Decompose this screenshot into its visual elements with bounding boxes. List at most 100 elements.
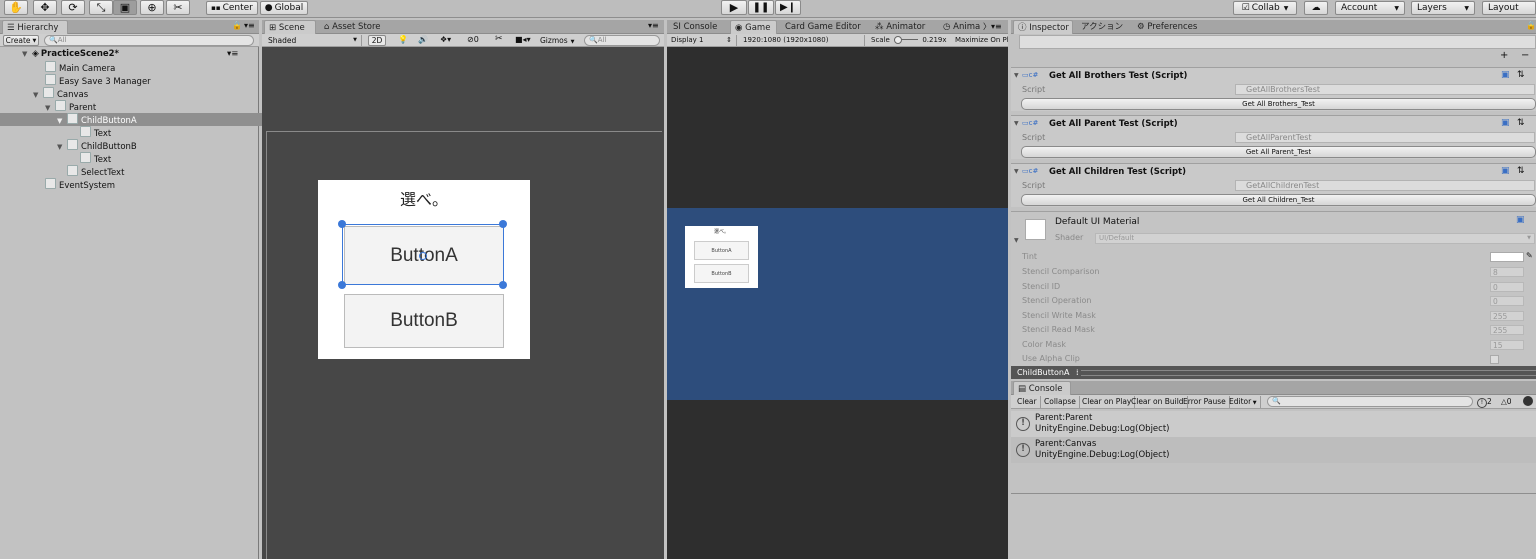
foldout-arrow-icon[interactable]: ▼ [1014,168,1019,175]
drag-handle-icon[interactable]: ⁞ [1076,368,1079,377]
scene-ui-panel[interactable]: 選べ。 ButtonA ButtonB [318,180,530,359]
cloud-button[interactable]: ☁ [1304,1,1328,15]
tab-animation[interactable]: ◷ Anima [939,20,983,34]
tab-actions[interactable]: アクション [1077,20,1127,34]
use-alpha-clip-checkbox[interactable] [1490,355,1499,364]
panel-menu-icon[interactable]: ▾≡ [227,48,238,61]
error-icon[interactable] [1523,396,1533,406]
stencil-id-field[interactable]: 0 [1490,282,1524,292]
error-count-toggle[interactable]: △0 [1501,396,1512,408]
get-all-parent-button[interactable]: Get All Parent_Test [1021,146,1536,158]
get-all-brothers-button[interactable]: Get All Brothers_Test [1021,98,1536,110]
reference-icon[interactable]: ▣ [1501,118,1510,128]
console-search-input[interactable]: 🔍 [1267,396,1473,407]
scene-search-input[interactable]: 🔍All [584,35,660,46]
move-tool-icon[interactable]: ✥ [33,0,57,15]
console-clear-on-build-button[interactable]: Clear on Build [1128,396,1188,408]
step-button[interactable]: ▶❙ [775,0,801,15]
tab-scene[interactable]: ⊞ Scene [264,20,316,34]
hierarchy-item[interactable]: ▼ Canvas [0,87,291,100]
scale-tool-icon[interactable]: ⤡ [89,0,113,15]
tint-color-swatch[interactable] [1490,252,1524,262]
script-field[interactable]: GetAllParentTest [1235,132,1535,143]
pause-button[interactable]: ❚❚ [748,0,774,15]
color-mask-field[interactable]: 15 [1490,340,1524,350]
hand-tool-icon[interactable]: ✋ [4,0,28,15]
hierarchy-search-input[interactable]: 🔍All [44,35,254,46]
remove-list-item-button[interactable]: − [1521,50,1529,61]
transform-tool-icon[interactable]: ⊕ [140,0,164,15]
hidden-objects-icon[interactable]: ⊘0 [467,35,479,44]
collab-button[interactable]: ☑ Collab ▼ [1233,1,1297,15]
reference-icon[interactable]: ▣ [1501,70,1510,80]
tab-game[interactable]: ◉ Game [730,20,777,34]
shading-dropdown[interactable]: Shaded ▼ [264,35,362,46]
scene-button-b[interactable]: ButtonB [344,294,504,348]
stencil-write-mask-field[interactable]: 255 [1490,311,1524,321]
get-all-children-button[interactable]: Get All Children_Test [1021,194,1536,206]
lock-icon[interactable]: 🔒 [232,21,242,30]
settings-icon[interactable]: ⇅ [1517,70,1525,80]
scale-slider[interactable]: Scale 0.219x [871,35,951,46]
warning-count-toggle[interactable]: ! 2 [1477,396,1492,408]
tab-inspector[interactable]: ⓘ Inspector [1013,20,1073,34]
expand-arrow-icon[interactable]: ▼ [22,48,32,61]
console-clear-on-play-button[interactable]: Clear on Play [1079,396,1136,408]
hierarchy-item[interactable]: Main Camera [0,61,303,74]
maximize-toggle[interactable]: Maximize On Pl [955,35,1008,46]
tab-hierarchy[interactable]: ☰ Hierarchy [2,20,68,34]
panel-menu-icon[interactable]: ▾≡ [244,21,255,30]
console-collapse-button[interactable]: Collapse [1041,396,1080,408]
hierarchy-item[interactable]: ▼ Parent [0,100,303,113]
panel-menu-icon[interactable]: ▾≡ [648,21,659,30]
tab-asset-store[interactable]: ⌂ Asset Store [320,20,394,34]
foldout-arrow-icon[interactable]: ▼ [1014,72,1019,79]
resolution-dropdown[interactable]: 1920:1080 (1920x1080) [743,35,865,46]
gizmos-dropdown[interactable]: Gizmos ▼ [540,35,580,48]
custom-tool-icon[interactable]: ✂ [166,0,190,15]
hierarchy-item[interactable]: Easy Save 3 Manager [0,74,303,87]
audio-icon[interactable]: 🔊 [418,35,428,44]
tab-preferences[interactable]: ⚙ Preferences [1133,20,1203,34]
shader-dropdown[interactable]: UI/Default ▼ [1095,233,1535,244]
settings-icon[interactable]: ⇅ [1517,118,1525,128]
tab-overflow-icon[interactable]: 〉▾≡ [983,21,1002,32]
space-toggle-button[interactable]: ● Global [260,1,308,15]
play-button[interactable]: ▶ [721,0,747,15]
foldout-arrow-icon[interactable]: ▼ [1014,237,1019,244]
rect-tool-icon[interactable]: ▣ [113,0,137,15]
stencil-comparison-field[interactable]: 8 [1490,267,1524,277]
camera-icon[interactable]: ■◂▾ [515,35,531,44]
pivot-handle[interactable] [419,252,427,260]
selection-handle[interactable] [499,220,507,228]
settings-icon[interactable]: ⇅ [1517,166,1525,176]
tab-card-game-editor[interactable]: Card Game Editor [781,20,869,34]
eyedropper-icon[interactable]: ✎ [1526,251,1533,260]
layout-dropdown[interactable]: Layout [1482,1,1536,15]
slider-thumb[interactable] [894,36,903,44]
rotate-tool-icon[interactable]: ⟳ [61,0,85,15]
add-list-item-button[interactable]: + [1500,50,1508,61]
create-dropdown[interactable]: Create ▼ [3,35,39,46]
selection-handle[interactable] [338,281,346,289]
account-dropdown[interactable]: Account ▼ [1335,1,1405,15]
effects-icon[interactable]: ❖▾ [440,35,451,44]
foldout-arrow-icon[interactable]: ▼ [1014,120,1019,127]
light-icon[interactable]: 💡 [398,35,408,44]
display-dropdown[interactable]: Display 1 ⇕ [671,35,737,46]
console-log-entry[interactable]: ! Parent:Parent UnityEngine.Debug:Log(Ob… [1011,411,1536,437]
console-editor-dropdown[interactable]: Editor ▼ [1226,396,1261,408]
hierarchy-item[interactable]: EventSystem [0,178,303,191]
mode-2d-toggle[interactable]: 2D [368,35,386,46]
preview-bar[interactable]: ChildButtonA ⁞ [1011,366,1536,379]
console-log-entry[interactable]: ! Parent:Canvas UnityEngine.Debug:Log(Ob… [1011,437,1536,463]
script-field[interactable]: GetAllBrothersTest [1235,84,1535,95]
reference-icon[interactable]: ▣ [1501,166,1510,176]
script-field[interactable]: GetAllChildrenTest [1235,180,1535,191]
reference-icon[interactable]: ▣ [1516,215,1525,225]
tab-animator[interactable]: ⁂ Animator [871,20,935,34]
tools-icon[interactable]: ✂ [495,34,503,44]
console-error-pause-button[interactable]: Error Pause [1180,396,1230,408]
slider-track[interactable] [894,36,919,44]
stencil-operation-field[interactable]: 0 [1490,296,1524,306]
